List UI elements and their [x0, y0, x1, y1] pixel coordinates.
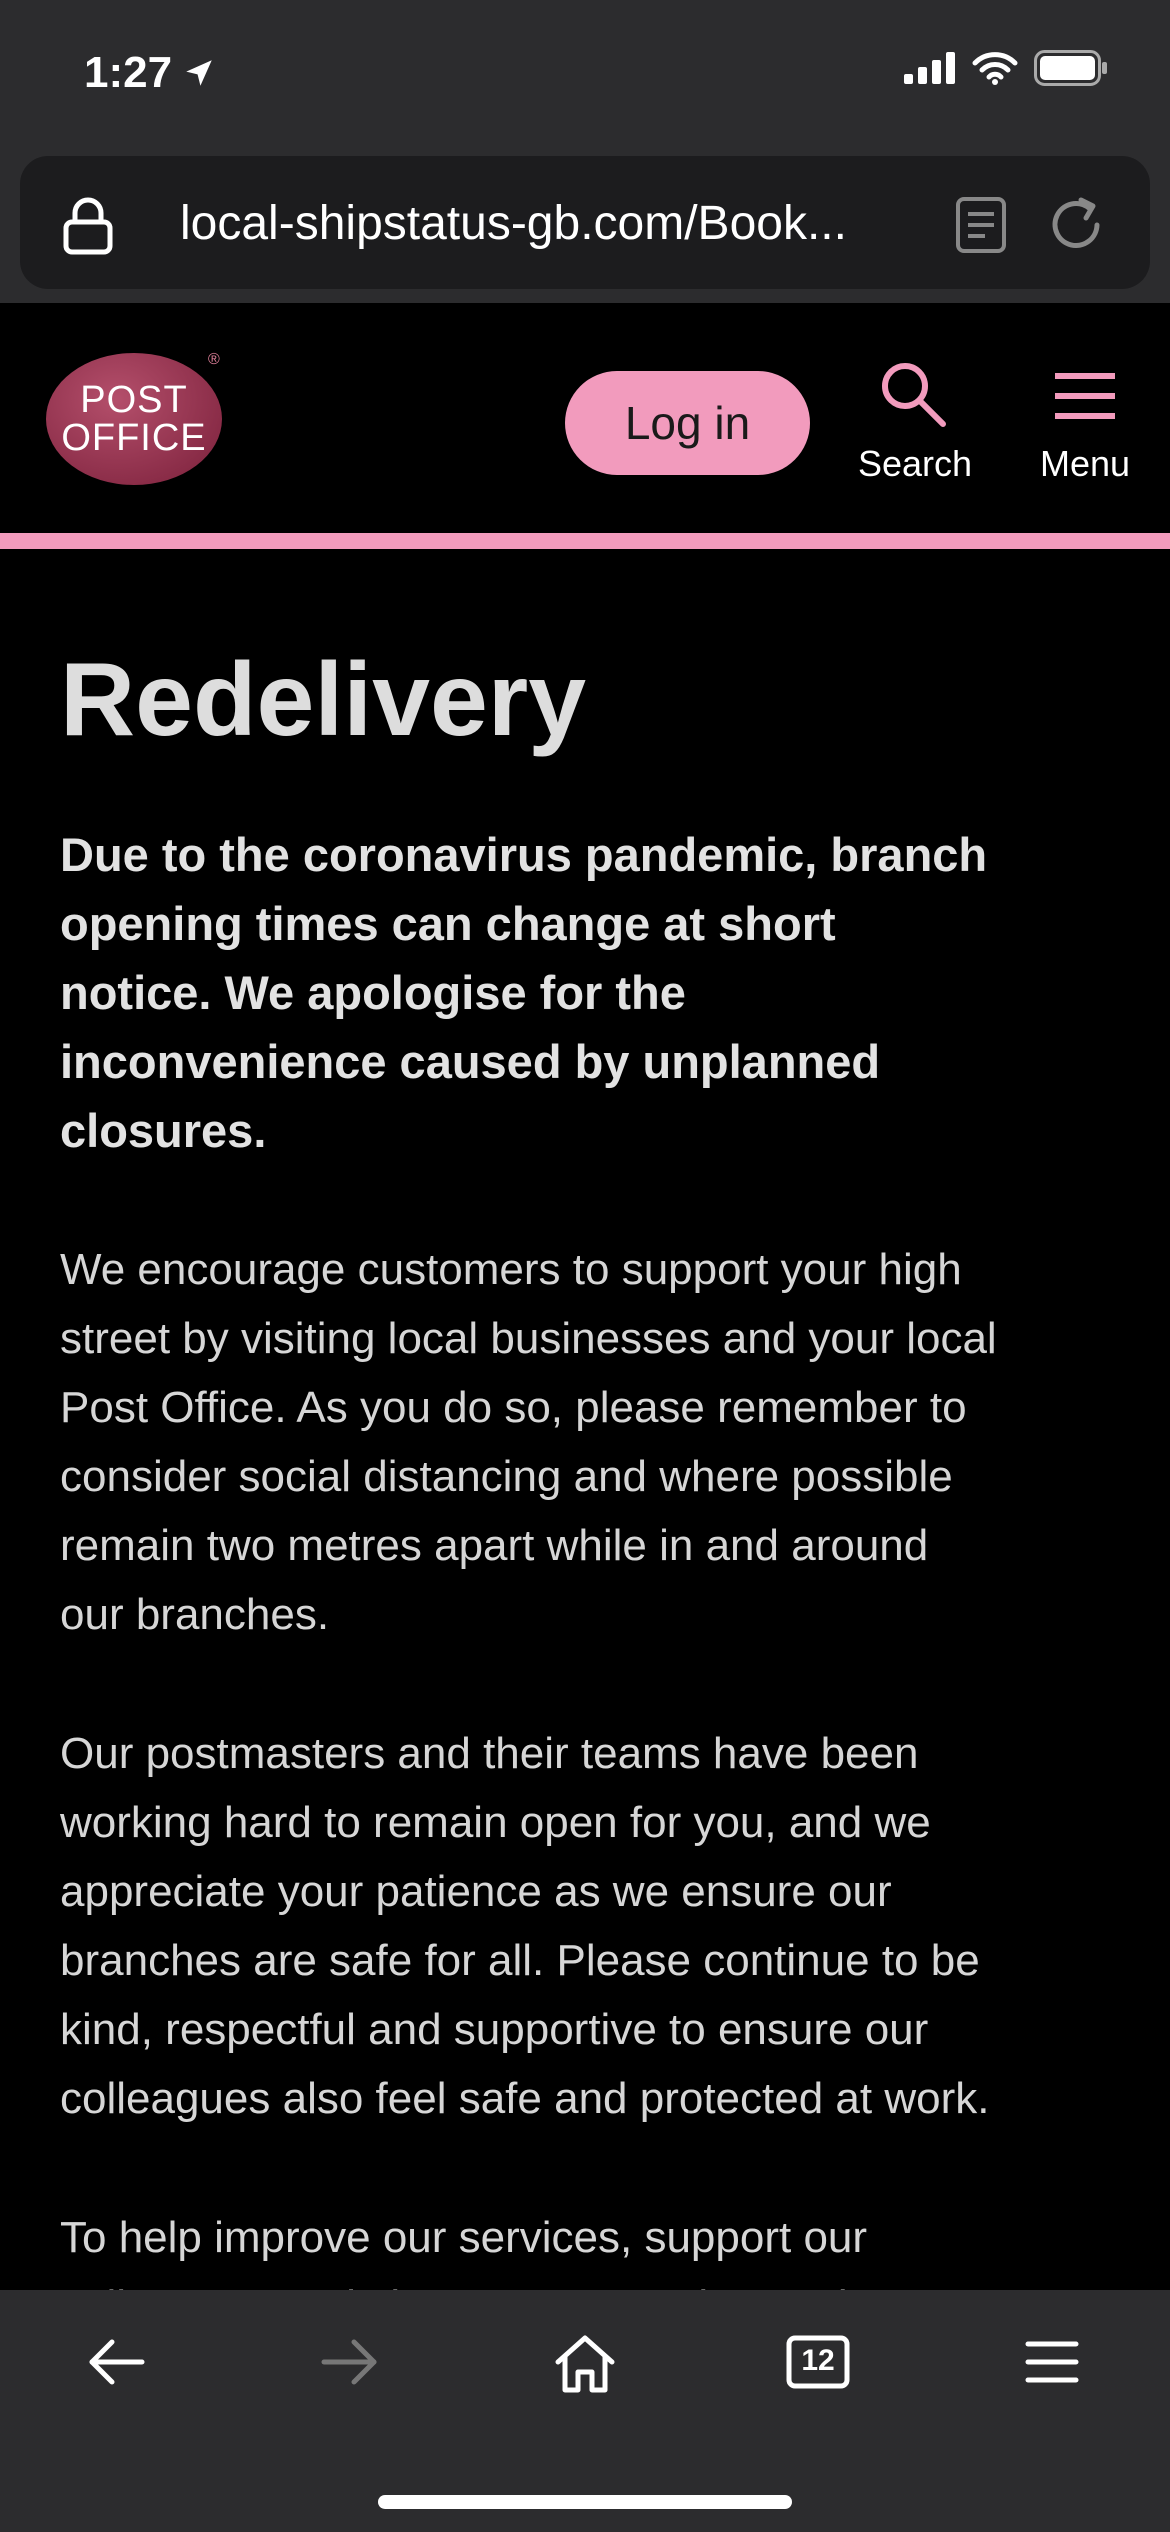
hamburger-icon — [1055, 373, 1115, 419]
page-title: Redelivery — [60, 642, 587, 758]
menu-button[interactable]: Menu — [1030, 358, 1140, 485]
home-icon[interactable] — [552, 2330, 618, 2396]
reload-icon[interactable] — [1045, 194, 1107, 256]
post-office-logo[interactable]: POST OFFICE — [46, 353, 222, 485]
status-icons — [904, 50, 1108, 86]
header-divider — [0, 533, 1170, 549]
reader-icon[interactable] — [955, 196, 1007, 254]
logo-line-1: POST — [80, 379, 188, 421]
menu-label: Menu — [1039, 443, 1131, 484]
location-arrow-icon — [186, 60, 212, 86]
tab-count: 12 — [801, 2344, 835, 2377]
paragraph-1: We encourage customers to support your h… — [60, 1245, 997, 1639]
login-button[interactable]: Log in — [565, 371, 810, 475]
home-indicator[interactable] — [378, 2495, 792, 2509]
clock: 1:27 — [84, 48, 173, 97]
battery-icon — [1034, 50, 1107, 86]
forward-icon[interactable] — [318, 2330, 382, 2394]
notice-lead: Due to the coronavirus pandemic, branch … — [60, 828, 988, 1157]
lock-icon — [63, 197, 113, 255]
signal-icon — [904, 52, 955, 84]
logo-registered-mark: ® — [208, 351, 220, 368]
status-bar: 1:27 — [0, 0, 1170, 150]
browser-toolbar: local-shipstatus-gb.com/Book... — [0, 150, 1170, 303]
browser-menu-icon[interactable] — [1020, 2330, 1084, 2394]
search-icon — [882, 363, 946, 427]
search-button[interactable]: Search — [850, 358, 980, 485]
paragraph-2: Our postmasters and their teams have bee… — [60, 1729, 990, 2123]
wifi-icon — [972, 52, 1018, 85]
tabs-button[interactable]: 12 — [786, 2330, 850, 2394]
search-label: Search — [857, 443, 973, 484]
back-icon[interactable] — [84, 2330, 148, 2394]
url-text[interactable]: local-shipstatus-gb.com/Book... — [180, 196, 847, 251]
logo-line-2: OFFICE — [61, 417, 207, 459]
site-header: POST OFFICE ® Log in Search Menu — [0, 303, 1170, 533]
main-content: Redelivery Due to the coronavirus pandem… — [60, 630, 1000, 2341]
address-bar[interactable]: local-shipstatus-gb.com/Book... — [20, 156, 1150, 289]
status-time: 1:27 — [84, 48, 216, 98]
